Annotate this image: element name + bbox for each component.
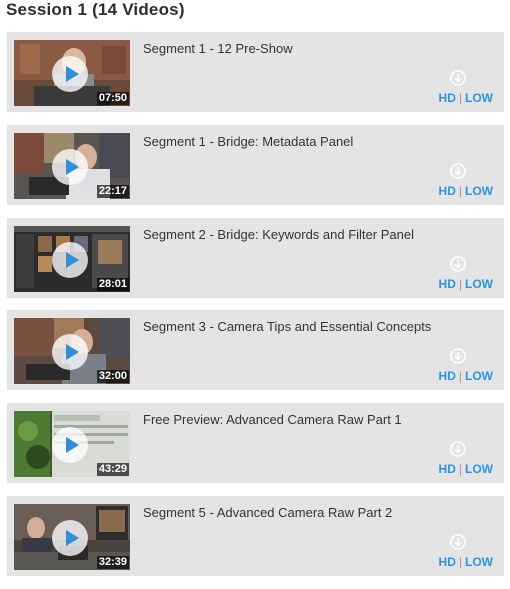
video-title[interactable]: Segment 1 - Bridge: Metadata Panel <box>143 134 353 149</box>
video-thumbnail[interactable]: 07:50 <box>14 40 130 106</box>
video-title[interactable]: Segment 3 - Camera Tips and Essential Co… <box>143 319 431 334</box>
low-link[interactable]: LOW <box>465 369 493 383</box>
play-icon[interactable] <box>52 427 88 464</box>
video-item[interactable]: 32:00 Segment 3 - Camera Tips and Essent… <box>7 310 504 391</box>
quality-links: HD | LOW <box>439 277 493 291</box>
separator: | <box>458 369 462 384</box>
video-item[interactable]: 28:01 Segment 2 - Bridge: Keywords and F… <box>7 217 504 298</box>
quality-links: HD | LOW <box>439 91 493 105</box>
download-icon[interactable] <box>450 348 466 365</box>
video-duration: 32:00 <box>96 370 129 384</box>
video-title[interactable]: Segment 5 - Advanced Camera Raw Part 2 <box>143 505 392 520</box>
play-icon[interactable] <box>52 519 88 556</box>
video-thumbnail[interactable]: 32:39 <box>14 503 130 570</box>
video-duration: 07:50 <box>96 92 129 105</box>
video-title[interactable]: Free Preview: Advanced Camera Raw Part 1 <box>143 412 402 427</box>
separator: | <box>458 183 462 198</box>
low-link[interactable]: LOW <box>465 91 493 105</box>
video-duration: 22:17 <box>96 184 129 198</box>
hd-link[interactable]: HD <box>439 369 456 383</box>
video-duration: 28:01 <box>96 277 129 291</box>
video-item[interactable]: 32:39 Segment 5 - Advanced Camera Raw Pa… <box>7 495 504 576</box>
download-icon[interactable] <box>450 70 466 86</box>
hd-link[interactable]: HD <box>439 462 456 476</box>
quality-links: HD | LOW <box>439 369 493 383</box>
separator: | <box>458 554 462 569</box>
download-icon[interactable] <box>450 534 466 550</box>
play-icon[interactable] <box>52 56 88 92</box>
video-title[interactable]: Segment 1 - 12 Pre-Show <box>143 41 293 56</box>
low-link[interactable]: LOW <box>465 462 493 476</box>
play-icon[interactable] <box>52 148 88 185</box>
video-item[interactable]: 22:17 Segment 1 - Bridge: Metadata Panel… <box>7 124 504 205</box>
low-link[interactable]: LOW <box>465 277 493 291</box>
hd-link[interactable]: HD <box>439 91 456 105</box>
separator: | <box>458 91 462 105</box>
video-title[interactable]: Segment 2 - Bridge: Keywords and Filter … <box>143 227 414 242</box>
download-icon[interactable] <box>450 255 466 272</box>
play-icon[interactable] <box>52 241 88 278</box>
session-title: Session 1 (14 Videos) <box>6 0 185 19</box>
download-icon[interactable] <box>450 163 466 179</box>
video-duration: 32:39 <box>96 555 129 569</box>
quality-links: HD | LOW <box>439 462 493 476</box>
hd-link[interactable]: HD <box>439 184 456 198</box>
hd-link[interactable]: HD <box>439 555 456 569</box>
video-duration: 43:29 <box>96 463 129 477</box>
video-list: 07:50 Segment 1 - 12 Pre-Show HD | LOW 22:… <box>7 32 504 589</box>
video-item[interactable]: 43:29 Free Preview: Advanced Camera Raw … <box>7 403 504 484</box>
video-thumbnail[interactable]: 32:00 <box>14 318 130 385</box>
quality-links: HD | LOW <box>439 184 493 198</box>
low-link[interactable]: LOW <box>465 184 493 198</box>
hd-link[interactable]: HD <box>439 277 456 291</box>
low-link[interactable]: LOW <box>465 555 493 569</box>
video-item[interactable]: 07:50 Segment 1 - 12 Pre-Show HD | LOW <box>7 32 504 112</box>
download-icon[interactable] <box>450 441 466 457</box>
separator: | <box>458 462 462 477</box>
quality-links: HD | LOW <box>439 555 493 569</box>
video-thumbnail[interactable]: 43:29 <box>14 411 130 478</box>
video-thumbnail[interactable]: 28:01 <box>14 225 130 292</box>
separator: | <box>458 276 462 291</box>
video-thumbnail[interactable]: 22:17 <box>14 132 130 199</box>
